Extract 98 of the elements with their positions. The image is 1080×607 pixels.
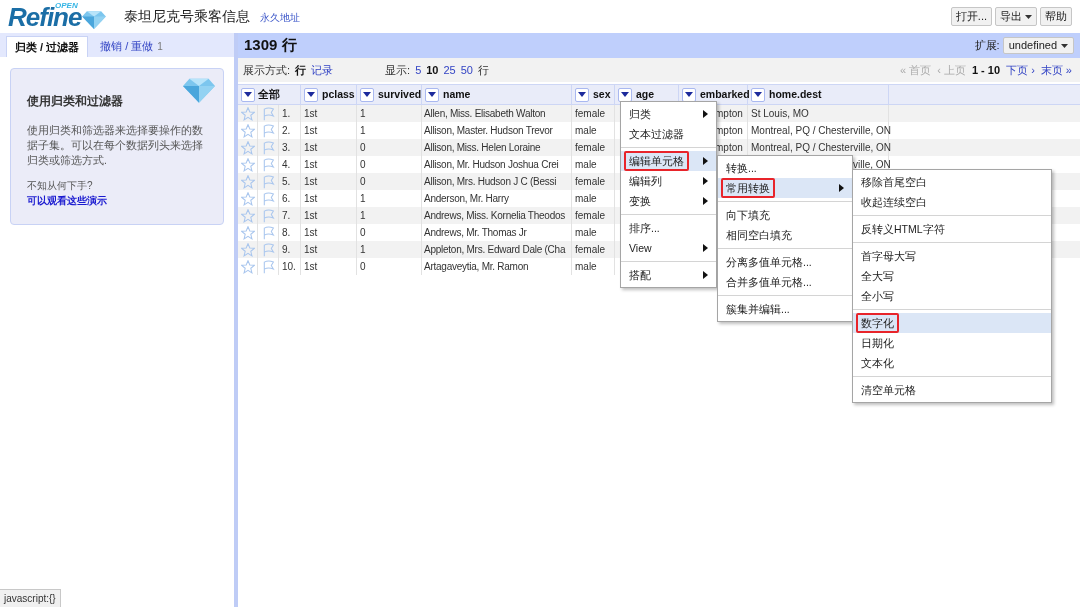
show-unit: 行: [478, 62, 489, 78]
menu-item[interactable]: 日期化: [853, 333, 1051, 353]
column-header: home.dest: [748, 85, 889, 104]
table-cell-text: ville, ON: [853, 158, 891, 172]
page-size-link[interactable]: 5: [415, 61, 422, 79]
table-cell: male: [572, 258, 615, 275]
view-label: 展示方式:: [243, 62, 291, 78]
menu-item[interactable]: 相同空白填充: [718, 225, 852, 245]
pager-link[interactable]: 末页 »: [1040, 61, 1072, 79]
flag-icon[interactable]: [261, 259, 275, 274]
menu-item[interactable]: 合并多值单元格...: [718, 272, 852, 292]
menu-item[interactable]: 文本过滤器: [621, 124, 716, 144]
menu-item[interactable]: 编辑单元格: [621, 151, 716, 171]
view-mode-link[interactable]: 记录: [311, 61, 334, 79]
star-icon[interactable]: [240, 140, 255, 155]
table-cell: 1st: [301, 258, 357, 275]
menu-item[interactable]: 搭配: [621, 265, 716, 285]
flag-icon[interactable]: [261, 140, 275, 155]
column-header: 全部: [238, 85, 301, 104]
extensions-label: 扩展:: [974, 38, 1000, 54]
card-title: 使用归类和过滤器: [27, 93, 124, 110]
diamond-icon: [183, 77, 215, 103]
menu-item[interactable]: 归类: [621, 104, 716, 124]
submenu-arrow-icon: [703, 271, 708, 279]
flag-icon[interactable]: [261, 123, 275, 138]
star-icon[interactable]: [240, 259, 255, 274]
menu-item[interactable]: 全小写: [853, 286, 1051, 306]
star-icon[interactable]: [240, 242, 255, 257]
star-icon[interactable]: [240, 157, 255, 172]
menu-item[interactable]: 全大写: [853, 266, 1051, 286]
caret-icon: [1025, 14, 1032, 19]
star-icon[interactable]: [240, 225, 255, 240]
menu-item[interactable]: 编辑列: [621, 171, 716, 191]
column-header: sex: [572, 85, 615, 104]
star-icon[interactable]: [240, 106, 255, 121]
pager-link[interactable]: 1 - 10: [971, 61, 1001, 79]
menu-item[interactable]: 文本化: [853, 353, 1051, 373]
toolbar-button[interactable]: 导出: [995, 7, 1037, 26]
toolbar-button[interactable]: 打开...: [950, 7, 992, 26]
table-cell: Artagaveytia, Mr. Ramon: [422, 258, 572, 275]
star-icon[interactable]: [240, 208, 255, 223]
submenu-arrow-icon: [839, 184, 844, 192]
show-label: 显示:: [385, 62, 411, 78]
star-icon[interactable]: [240, 123, 255, 138]
diamond-icon: [82, 9, 107, 29]
menu-item[interactable]: 变换: [621, 191, 716, 211]
menu-item[interactable]: 清空单元格: [853, 380, 1051, 400]
permalink-link[interactable]: 永久地址: [260, 10, 300, 25]
star-icon[interactable]: [240, 174, 255, 189]
demo-link[interactable]: 可以观看这些演示: [27, 193, 207, 208]
column-header: survived: [357, 85, 422, 104]
star-icon[interactable]: [240, 191, 255, 206]
extensions-dropdown[interactable]: undefined: [1002, 37, 1074, 54]
menu-item[interactable]: 收起连续空白: [853, 192, 1051, 212]
menu-item[interactable]: 排序...: [621, 218, 716, 238]
pager-link[interactable]: 下页 ›: [1006, 61, 1035, 79]
menu-item[interactable]: 簇集并编辑...: [718, 299, 852, 319]
card-description: 使用归类和筛选器来选择要操作的数据子集。可以在每个数据列头来选择归类或筛选方式.: [27, 123, 204, 168]
menu-item[interactable]: 分离多值单元格...: [718, 252, 852, 272]
flag-icon[interactable]: [261, 225, 275, 240]
flag-icon[interactable]: [261, 174, 275, 189]
table-cell: 0: [357, 258, 422, 275]
status-bar: javascript:{}: [0, 589, 61, 607]
flag-icon[interactable]: [261, 242, 275, 257]
panel-tab[interactable]: 撤销 / 重做 1: [92, 36, 171, 57]
panel-tab[interactable]: 归类 / 过滤器: [6, 36, 89, 57]
menu-item[interactable]: 常用转换: [718, 178, 852, 198]
caret-icon: [1061, 43, 1068, 48]
table-cell-text: Montreal, PQ / Chesterville, ON: [751, 124, 892, 138]
table-cell-text: St Louis, MO: [751, 107, 809, 121]
page-size-link[interactable]: 50: [460, 61, 473, 79]
column-header: pclass: [301, 85, 357, 104]
menu-item[interactable]: View: [621, 238, 716, 258]
menu-item[interactable]: 转换...: [718, 158, 852, 178]
submenu-arrow-icon: [703, 244, 708, 252]
menu-item[interactable]: 向下填充: [718, 205, 852, 225]
page-size-link[interactable]: 10: [426, 61, 439, 79]
menu-item[interactable]: 首字母大写: [853, 246, 1051, 266]
menu-item[interactable]: 移除首尾空白: [853, 172, 1051, 192]
project-title: 泰坦尼克号乘客信息: [124, 7, 250, 26]
column-header: name: [422, 85, 572, 104]
table-cell-text: Montreal, PQ / Chesterville, ON: [751, 141, 892, 155]
flag-icon[interactable]: [261, 157, 275, 172]
menu-item[interactable]: 数字化: [853, 313, 1051, 333]
menu-item[interactable]: 反转义HTML字符: [853, 219, 1051, 239]
view-mode-link[interactable]: 行: [295, 61, 307, 79]
row-number: 10.: [279, 258, 301, 275]
submenu-arrow-icon: [703, 110, 708, 118]
row-count: 1309 行: [244, 35, 297, 56]
toolbar-button[interactable]: 帮助: [1040, 7, 1072, 26]
flag-icon[interactable]: [261, 191, 275, 206]
flag-icon[interactable]: [261, 208, 275, 223]
submenu-arrow-icon: [703, 197, 708, 205]
page-size-link[interactable]: 25: [443, 61, 456, 79]
card-question: 不知从何下手?: [27, 179, 94, 193]
submenu-arrow-icon: [703, 157, 708, 165]
submenu-arrow-icon: [703, 177, 708, 185]
flag-icon[interactable]: [261, 106, 275, 121]
